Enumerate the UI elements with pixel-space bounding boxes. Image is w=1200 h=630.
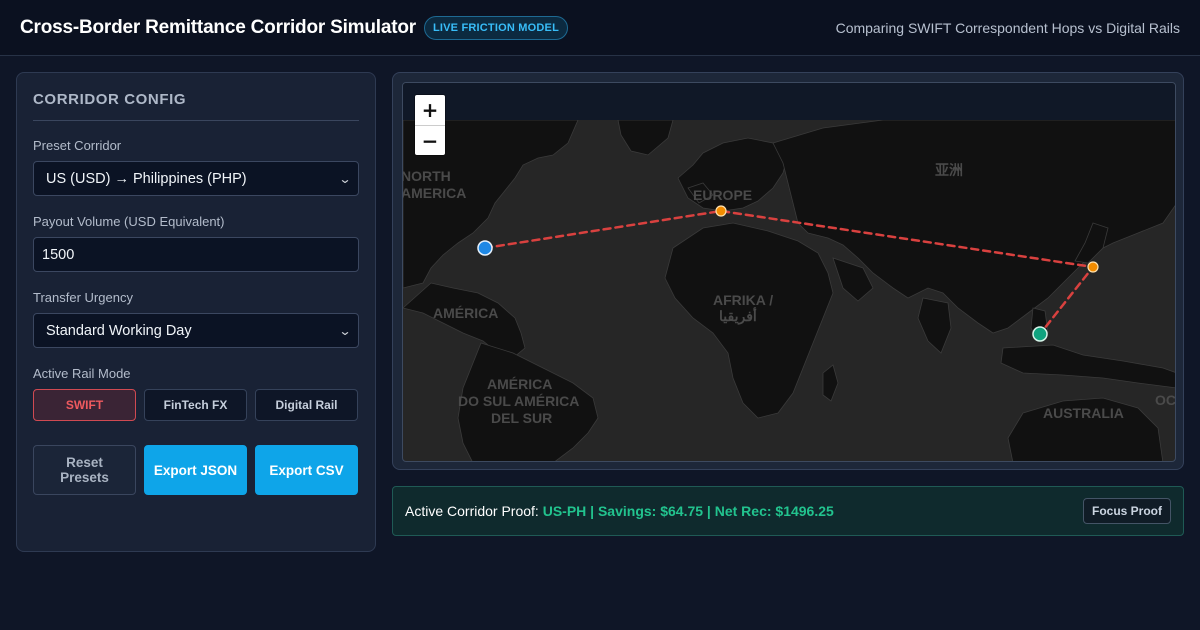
zoom-control: + −: [415, 95, 445, 155]
proof-text: Active Corridor Proof: US-PH | Savings: …: [405, 503, 834, 519]
payout-volume-label: Payout Volume (USD Equivalent): [33, 214, 225, 229]
corridor-config-panel: CORRIDOR CONFIG Preset Corridor US (USD)…: [16, 72, 376, 552]
map-canvas: NORTH AMERICA EUROPE 亚洲 AFRIKA / أفريقيا…: [403, 119, 1176, 461]
chevron-down-icon: ⌄: [338, 171, 352, 186]
focus-proof-button[interactable]: Focus Proof: [1082, 498, 1171, 524]
transfer-urgency-field: Transfer Urgency Standard Working Day ⌄: [33, 290, 359, 348]
app-title: Cross-Border Remittance Corridor Simulat…: [20, 16, 416, 38]
transfer-urgency-value: Standard Working Day: [46, 322, 192, 339]
zoom-in-button[interactable]: +: [415, 95, 445, 125]
reset-presets-button[interactable]: Reset Presets: [33, 445, 136, 495]
svg-text:AFRIKA /: AFRIKA /: [713, 292, 773, 308]
preset-corridor-label: Preset Corridor: [33, 138, 122, 153]
corridor-proof-bar: Active Corridor Proof: US-PH | Savings: …: [392, 486, 1184, 536]
preset-corridor-value: US (USD) → Philippines (PHP): [46, 170, 247, 187]
svg-text:DO SUL AMÉRICA: DO SUL AMÉRICA: [458, 393, 579, 409]
proof-value: US-PH | Savings: $64.75 | Net Rec: $1496…: [542, 503, 834, 519]
correspondent-hop-europe[interactable]: [715, 205, 727, 217]
proof-label: Active Corridor Proof:: [405, 503, 539, 519]
map-header-strip: [403, 83, 1175, 120]
payout-volume-value: 1500: [42, 246, 75, 263]
zoom-out-button[interactable]: −: [415, 125, 445, 155]
destination-node[interactable]: [1032, 326, 1048, 342]
rail-mode-group: SWIFT FinTech FX Digital Rail: [33, 389, 359, 421]
svg-text:AMÉRICA: AMÉRICA: [487, 376, 552, 392]
rail-mode-label: Active Rail Mode: [33, 366, 131, 381]
map-panel: NORTH AMERICA EUROPE 亚洲 AFRIKA / أفريقيا…: [392, 72, 1184, 470]
preset-corridor-field: Preset Corridor US (USD) → Philippines (…: [33, 138, 359, 196]
transfer-urgency-label: Transfer Urgency: [33, 290, 133, 305]
live-model-badge: LIVE FRICTION MODEL: [423, 15, 568, 40]
svg-text:NORTH: NORTH: [403, 168, 451, 184]
world-map[interactable]: NORTH AMERICA EUROPE 亚洲 AFRIKA / أفريقيا…: [402, 82, 1176, 462]
payout-volume-field: Payout Volume (USD Equivalent) 1500: [33, 214, 359, 272]
svg-text:أفريقيا: أفريقيا: [719, 306, 757, 325]
header-subtitle: Comparing SWIFT Correspondent Hops vs Di…: [835, 19, 1180, 36]
svg-text:AUSTRALIA: AUSTRALIA: [1043, 405, 1124, 421]
export-csv-button[interactable]: Export CSV: [255, 445, 358, 495]
preset-corridor-select[interactable]: US (USD) → Philippines (PHP) ⌄: [33, 161, 359, 196]
svg-text:OC: OC: [1155, 392, 1176, 408]
chevron-down-icon: ⌄: [338, 323, 352, 338]
svg-text:AMÉRICA: AMÉRICA: [433, 305, 498, 321]
svg-text:DEL SUR: DEL SUR: [491, 410, 552, 426]
rail-mode-swift-button[interactable]: SWIFT: [33, 389, 136, 421]
rail-mode-fintech-button[interactable]: FinTech FX: [144, 389, 247, 421]
top-bar: Cross-Border Remittance Corridor Simulat…: [0, 0, 1200, 56]
brand: Cross-Border Remittance Corridor Simulat…: [20, 15, 568, 40]
payout-volume-input[interactable]: 1500: [33, 237, 359, 272]
correspondent-hop-asia[interactable]: [1087, 261, 1099, 273]
rail-mode-digital-button[interactable]: Digital Rail: [255, 389, 358, 421]
export-json-button[interactable]: Export JSON: [144, 445, 247, 495]
origin-node[interactable]: [477, 240, 493, 256]
panel-title: CORRIDOR CONFIG: [33, 91, 359, 121]
rail-mode-field: Active Rail Mode SWIFT FinTech FX Digita…: [33, 366, 359, 421]
svg-text:亚洲: 亚洲: [935, 162, 963, 178]
svg-text:AMERICA: AMERICA: [403, 185, 466, 201]
svg-text:EUROPE: EUROPE: [693, 187, 752, 203]
action-buttons: Reset Presets Export JSON Export CSV: [33, 445, 359, 495]
transfer-urgency-select[interactable]: Standard Working Day ⌄: [33, 313, 359, 348]
